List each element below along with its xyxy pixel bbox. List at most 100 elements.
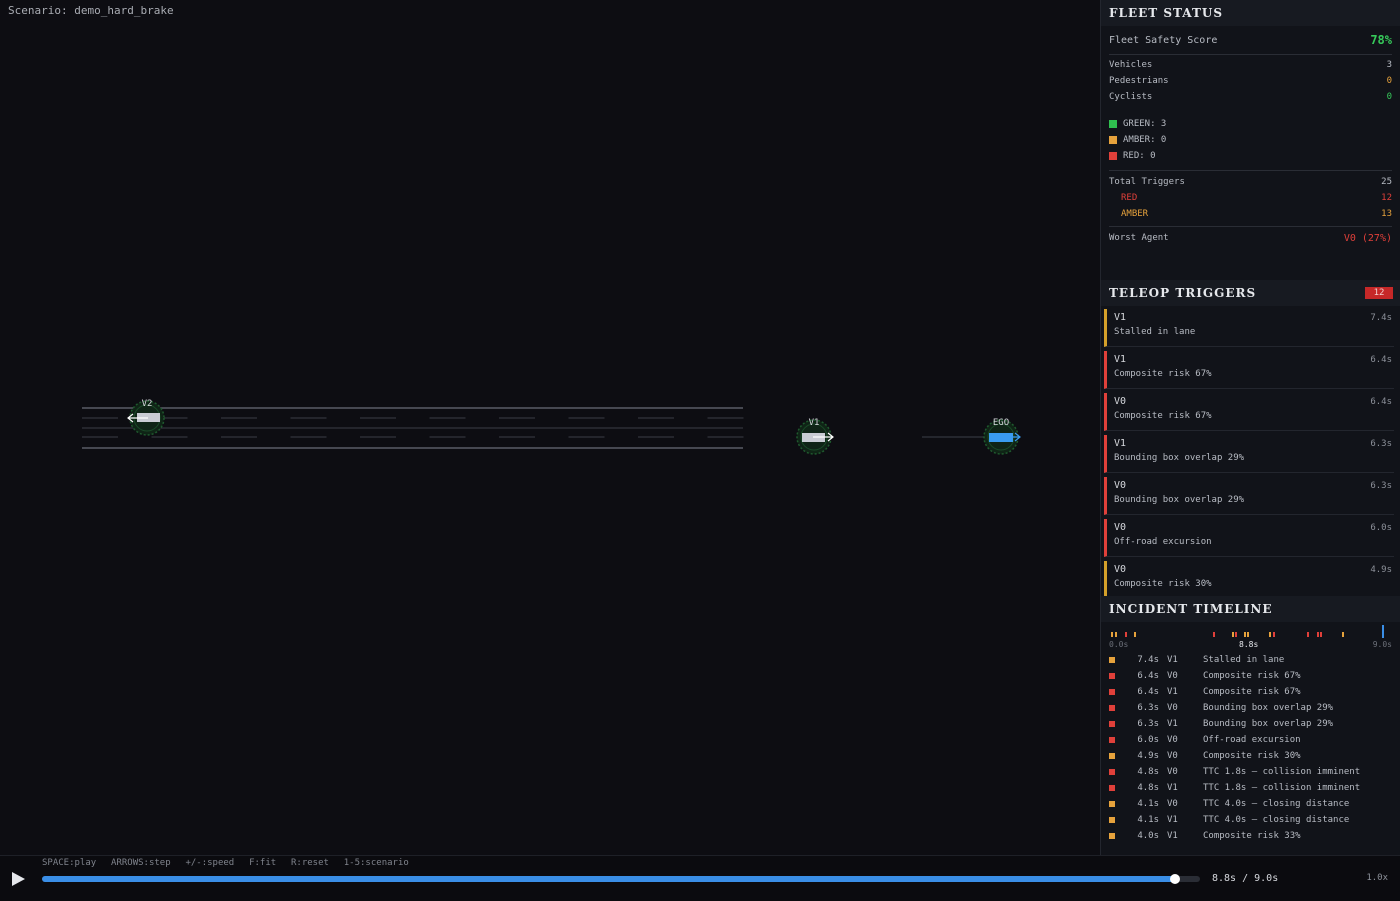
fleet-status-section: FLEET STATUS Fleet Safety Score 78% Vehi… (1101, 0, 1400, 246)
timeline-tick (1316, 632, 1319, 637)
amber-triggers-row: AMBER 13 (1109, 206, 1392, 222)
playback-scrubber[interactable] (42, 874, 1200, 884)
timeline-tick (1269, 632, 1272, 637)
keyboard-shortcuts: SPACE:play ARROWS:step +/-:speed F:fit R… (42, 858, 409, 868)
timeline-event-row[interactable]: 4.8s V1 TTC 1.8s — collision imminent (1109, 780, 1392, 796)
red-triggers-value: 12 (1381, 193, 1392, 203)
count-label: Cyclists (1109, 92, 1153, 102)
event-agent: V0 (1167, 703, 1178, 713)
event-severity-swatch (1109, 817, 1115, 823)
event-severity-swatch (1109, 769, 1115, 775)
event-time: 6.0s (1137, 735, 1159, 745)
timeline-tick (1234, 632, 1237, 637)
count-row-vehicles: Vehicles 3 (1109, 57, 1392, 73)
teleop-header: TELEOP TRIGGERS 12 (1101, 280, 1400, 306)
timeline-start-label: 0.0s (1109, 640, 1129, 649)
timeline-event-row[interactable]: 7.4s V1 Stalled in lane (1109, 652, 1392, 668)
trigger-message: Composite risk 30% (1114, 579, 1212, 589)
trigger-time: 6.0s (1370, 523, 1392, 533)
timeline-event-list: 7.4s V1 Stalled in lane 6.4s V0 Composite ris… (1109, 652, 1392, 844)
teleop-section: TELEOP TRIGGERS 12 V1 7.4s Stalled in lane… (1101, 280, 1400, 598)
trigger-message: Composite risk 67% (1114, 369, 1212, 379)
event-severity-swatch (1109, 737, 1115, 743)
event-message: Composite risk 67% (1203, 671, 1301, 681)
event-message: Composite risk 33% (1203, 831, 1301, 841)
timeline-event-row[interactable]: 6.3s V0 Bounding box overlap 29% (1109, 700, 1392, 716)
timeline-tick (1272, 632, 1275, 637)
agent-v1[interactable]: V1 (796, 418, 834, 455)
timeline-tick (1134, 632, 1137, 637)
timeline-header: INCIDENT TIMELINE (1101, 596, 1400, 622)
fleet-status-header: FLEET STATUS (1101, 0, 1400, 26)
teleop-trigger-item[interactable]: V1 7.4s Stalled in lane (1104, 309, 1394, 347)
legend-red-label: RED: 0 (1123, 151, 1156, 161)
count-row-cyclists: Cyclists 0 (1109, 89, 1392, 105)
timeline-event-row[interactable]: 6.0s V0 Off-road excursion (1109, 732, 1392, 748)
event-time: 6.4s (1137, 687, 1159, 697)
count-value: 0 (1386, 76, 1392, 86)
teleop-trigger-item[interactable]: V1 6.3s Bounding box overlap 29% (1104, 435, 1394, 473)
timeline-event-row[interactable]: 4.8s V0 TTC 1.8s — collision imminent (1109, 764, 1392, 780)
scrubber-handle[interactable] (1169, 874, 1180, 884)
event-time: 4.8s (1137, 783, 1159, 793)
timeline-tick (1115, 632, 1118, 637)
red-swatch (1109, 152, 1117, 160)
legend-green-label: GREEN: 3 (1123, 119, 1167, 129)
worst-agent-value: V0 (27%) (1343, 232, 1392, 244)
event-message: TTC 1.8s — collision imminent (1203, 783, 1361, 793)
teleop-trigger-item[interactable]: V0 6.0s Off-road excursion (1104, 519, 1394, 557)
timeline-event-row[interactable]: 4.9s V0 Composite risk 30% (1109, 748, 1392, 764)
teleop-list[interactable]: V1 7.4s Stalled in lane V1 6.4s Composite ris… (1101, 306, 1400, 598)
fleet-score-value: 78% (1370, 33, 1392, 47)
trigger-time: 6.4s (1370, 355, 1392, 365)
teleop-trigger-item[interactable]: V0 4.9s Composite risk 30% (1104, 561, 1394, 598)
trigger-message: Bounding box overlap 29% (1114, 495, 1245, 505)
timeline-event-row[interactable]: 6.4s V1 Composite risk 67% (1109, 684, 1392, 700)
agent-v2-label: V2 (142, 399, 153, 409)
trigger-agent: V0 (1114, 522, 1127, 533)
red-triggers-row: RED 12 (1109, 190, 1392, 206)
legend-amber: AMBER: 0 (1109, 132, 1392, 148)
timeline-cursor (1382, 625, 1385, 638)
agent-ego-label: EGO (993, 418, 1009, 428)
play-icon[interactable] (10, 871, 26, 887)
timeline-event-row[interactable]: 6.4s V0 Composite risk 67% (1109, 668, 1392, 684)
event-message: Composite risk 30% (1203, 751, 1301, 761)
trigger-agent: V0 (1114, 396, 1127, 407)
timeline-event-row[interactable]: 6.3s V1 Bounding box overlap 29% (1109, 716, 1392, 732)
agent-v1-label: V1 (809, 418, 820, 428)
event-agent: V0 (1167, 751, 1178, 761)
agent-v2[interactable]: V2 (127, 399, 165, 436)
event-severity-swatch (1109, 689, 1115, 695)
speed-readout[interactable]: 1.0x (1366, 873, 1388, 883)
timeline-event-row[interactable]: 4.0s V1 Composite risk 33% (1109, 828, 1392, 844)
legend-green: GREEN: 3 (1109, 116, 1392, 132)
event-time: 4.0s (1137, 831, 1159, 841)
teleop-trigger-item[interactable]: V0 6.3s Bounding box overlap 29% (1104, 477, 1394, 515)
timeline-tick (1341, 632, 1344, 637)
timeline-event-row[interactable]: 4.1s V1 TTC 4.0s — closing distance (1109, 812, 1392, 828)
event-severity-swatch (1109, 833, 1115, 839)
timeline-tick (1247, 632, 1250, 637)
event-time: 6.4s (1137, 671, 1159, 681)
agent-ego[interactable]: EGO (983, 418, 1021, 455)
scene-canvas: V2 V1 EGO (82, 399, 1021, 455)
trigger-time: 4.9s (1370, 565, 1392, 575)
timeline-event-row[interactable]: 4.1s V0 TTC 4.0s — closing distance (1109, 796, 1392, 812)
event-message: Bounding box overlap 29% (1203, 719, 1334, 729)
teleop-trigger-item[interactable]: V1 6.4s Composite risk 67% (1104, 351, 1394, 389)
timeline-scrubber[interactable]: 0.0s 8.8s 9.0s (1109, 622, 1392, 652)
event-message: TTC 1.8s — collision imminent (1203, 767, 1361, 777)
event-time: 6.3s (1137, 719, 1159, 729)
event-severity-swatch (1109, 801, 1115, 807)
trigger-agent: V0 (1114, 564, 1127, 575)
fleet-score-row: Fleet Safety Score 78% (1109, 26, 1392, 55)
trigger-agent: V1 (1114, 312, 1127, 323)
scenario-viewport[interactable]: Scenario: demo_hard_brake V2 V1 EGO (0, 0, 1100, 855)
trigger-message: Composite risk 67% (1114, 411, 1212, 421)
event-message: Bounding box overlap 29% (1203, 703, 1334, 713)
timeline-tick (1319, 632, 1322, 637)
legend-amber-label: AMBER: 0 (1123, 135, 1167, 145)
event-severity-swatch (1109, 785, 1115, 791)
teleop-trigger-item[interactable]: V0 6.4s Composite risk 67% (1104, 393, 1394, 431)
